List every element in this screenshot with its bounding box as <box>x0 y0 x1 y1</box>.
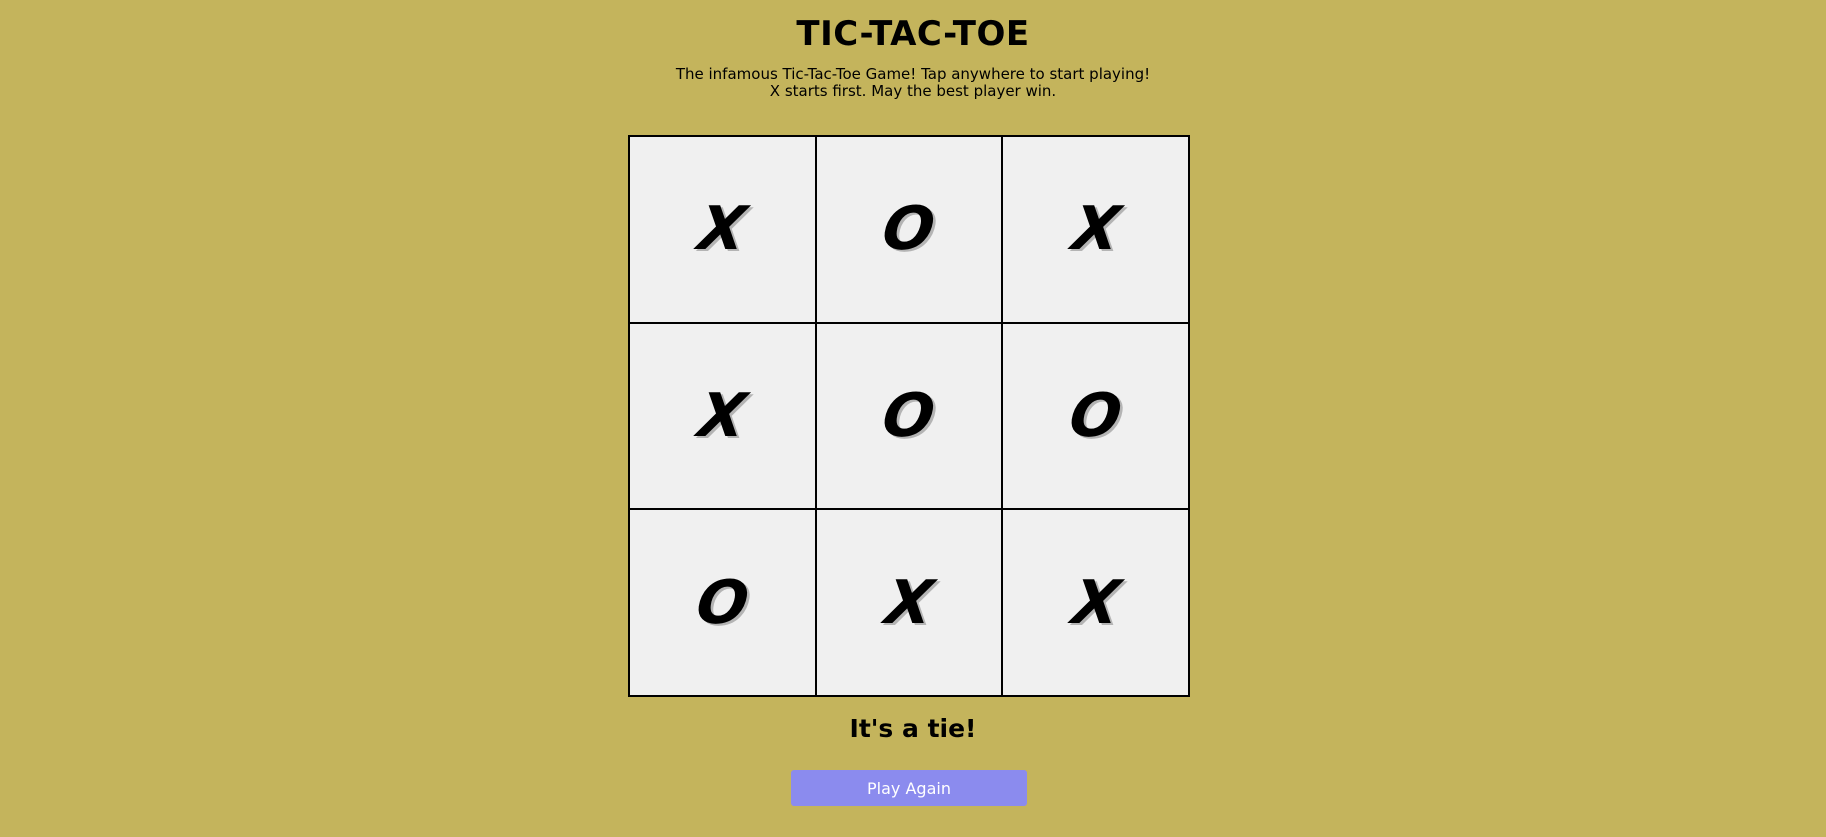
board-cell-8[interactable]: X <box>816 510 1002 695</box>
cell-mark: X <box>880 567 938 638</box>
game-description: The infamous Tic-Tac-Toe Game! Tap anywh… <box>0 66 1826 100</box>
cell-mark: X <box>1067 567 1124 638</box>
page-title: TIC-TAC-TOE <box>796 14 1030 54</box>
board-cell-3[interactable]: X <box>1003 137 1188 322</box>
description-line-2: X starts first. May the best player win. <box>769 82 1057 100</box>
board-cell-4[interactable]: X <box>630 323 815 509</box>
cell-mark: O <box>878 194 940 265</box>
game-container: TIC-TAC-TOE The infamous Tic-Tac-Toe Gam… <box>0 0 1826 837</box>
board-cell-2[interactable]: O <box>816 137 1002 322</box>
cell-mark: X <box>1067 194 1124 265</box>
cell-mark: O <box>1065 380 1127 451</box>
description-line-1: The infamous Tic-Tac-Toe Game! Tap anywh… <box>675 65 1151 83</box>
board-cell-5[interactable]: O <box>816 323 1002 509</box>
game-board: X O X X O O O X X <box>628 135 1190 697</box>
cell-mark: O <box>878 380 940 451</box>
cell-mark: X <box>694 194 751 265</box>
board-cell-1[interactable]: X <box>630 137 815 322</box>
board-cell-9[interactable]: X <box>1003 510 1188 695</box>
board-cell-7[interactable]: O <box>630 510 815 695</box>
board-cell-6[interactable]: O <box>1003 323 1188 509</box>
cell-mark: X <box>694 380 751 451</box>
cell-mark: O <box>691 567 753 638</box>
play-again-button[interactable]: Play Again <box>791 770 1027 806</box>
game-status-message: It's a tie! <box>849 714 977 743</box>
